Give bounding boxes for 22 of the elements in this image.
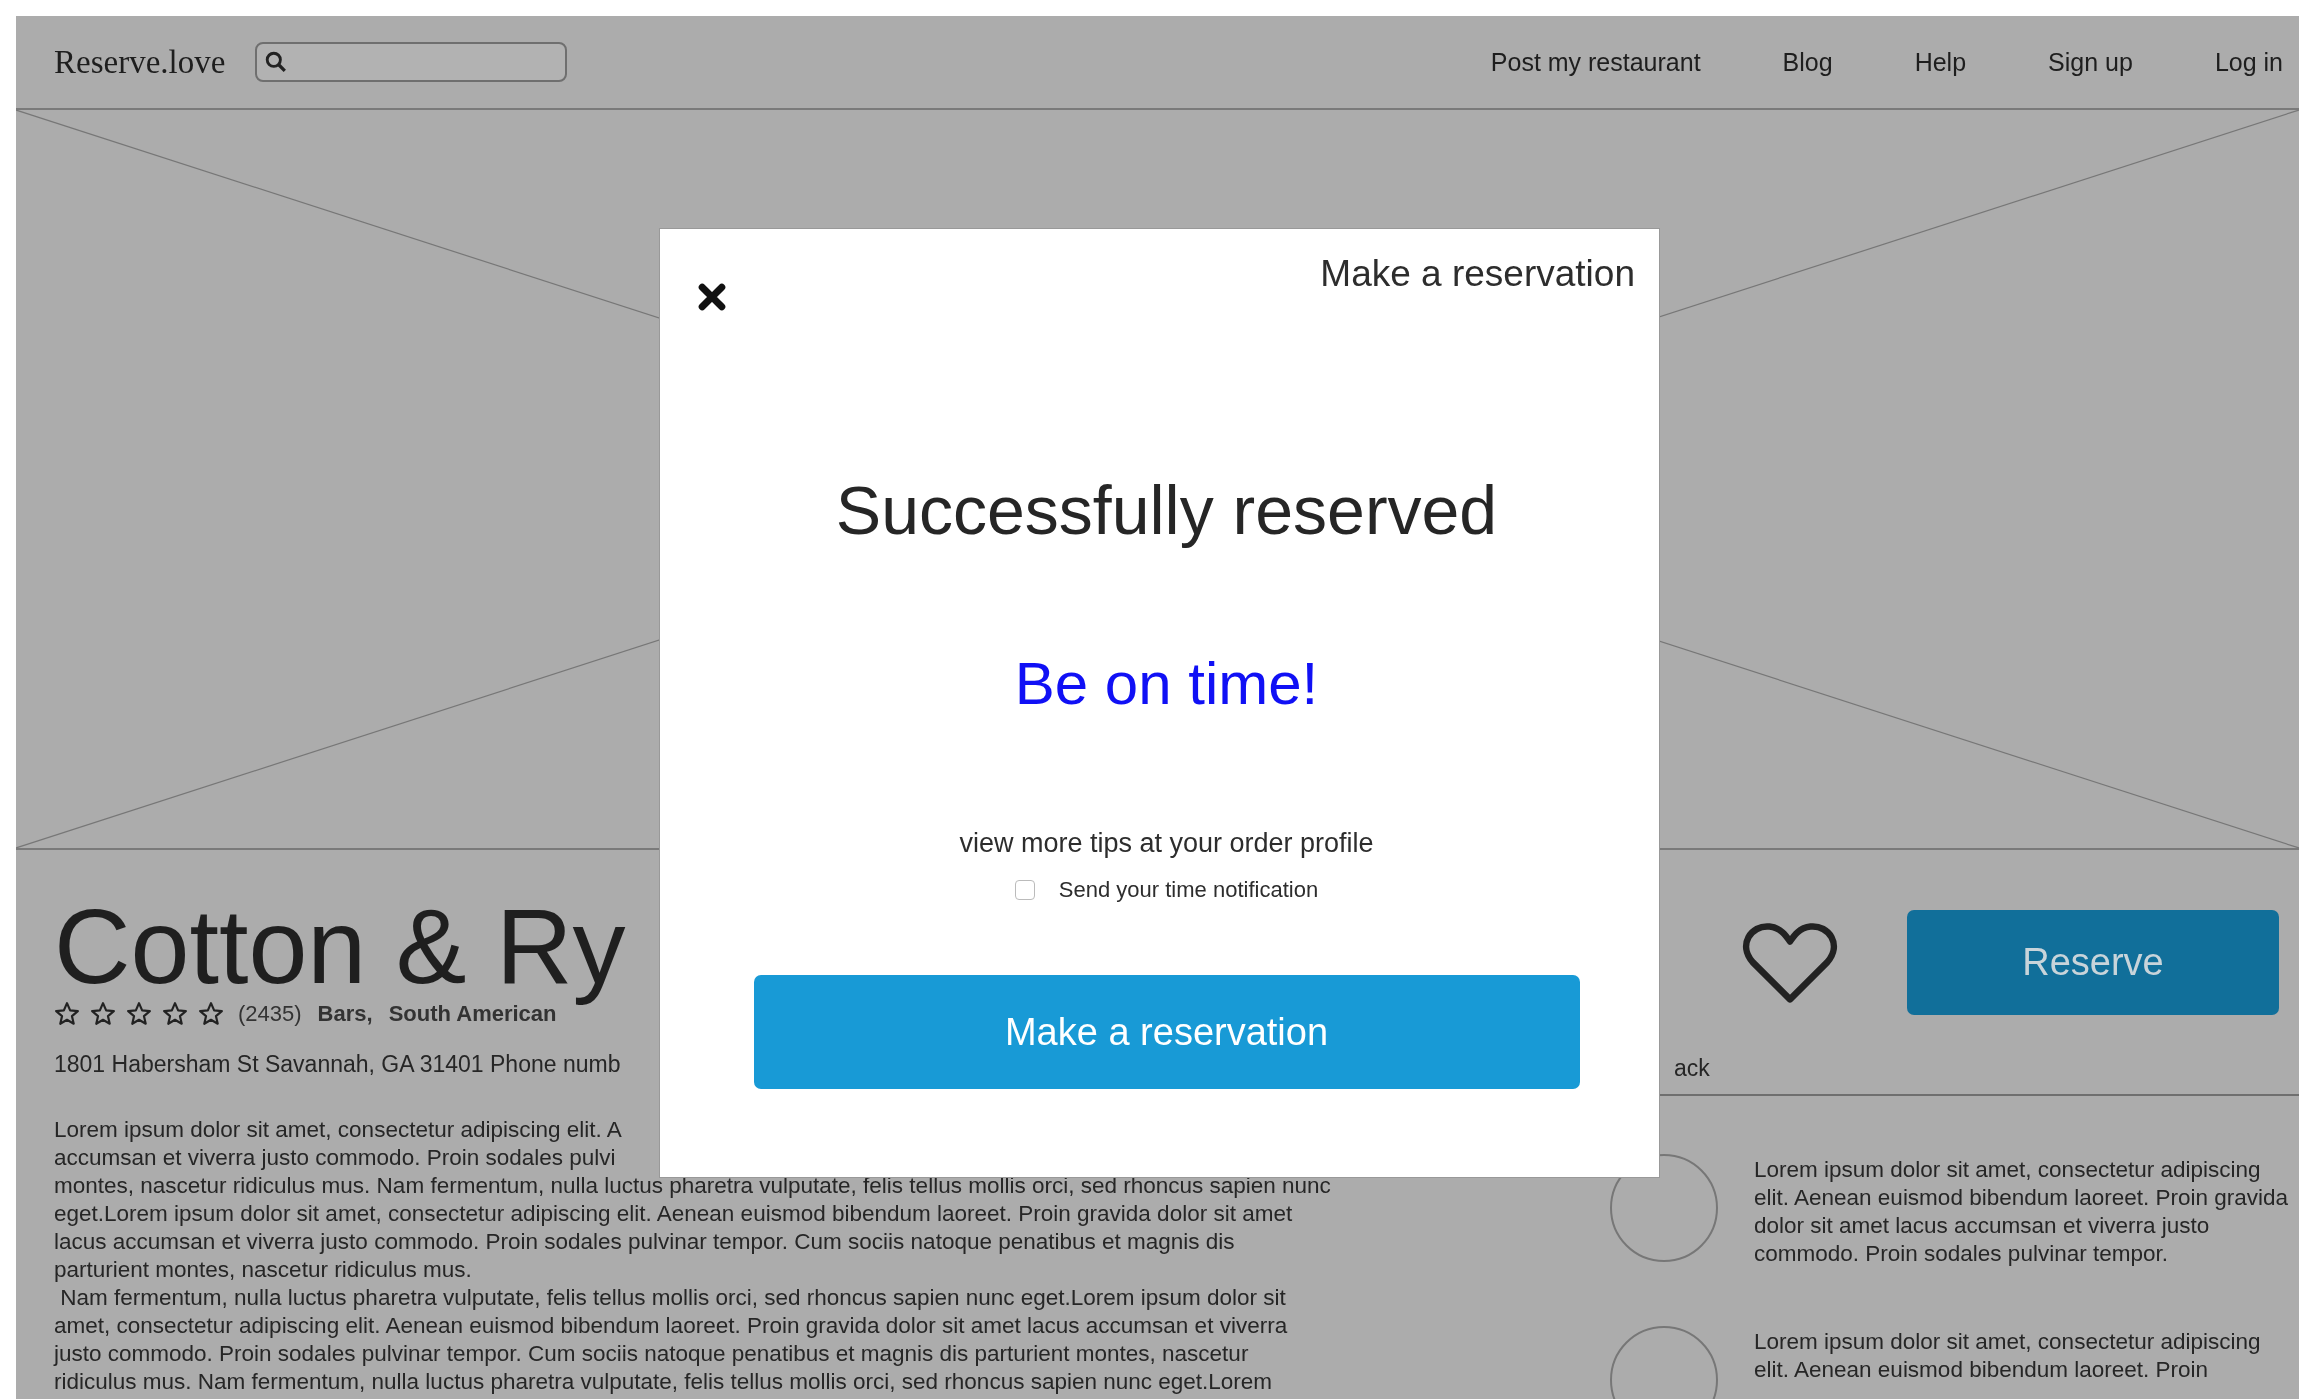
heart-icon[interactable]	[1741, 920, 1839, 1005]
search-field[interactable]	[255, 42, 568, 82]
review-text: Lorem ipsum dolor sit amet, consectetur adipiscing elit. Aenean euismod bibendum laoreet. Proin	[1754, 1328, 2262, 1384]
site-logo[interactable]: Reserve.love	[54, 43, 226, 81]
nav-link[interactable]: Sign up	[2048, 47, 2133, 77]
description-paragraph: Lorem ipsum dolor sit amet, consectetur adipiscing elit. A accumsan et viverra justo commodo. Proin sodales pulvi montes, nascetur ridiculus mus. Nam fermentum, nulla luctus pharetra vulputate, felis tellus mollis orci, sed rhoncus sapien nunc eget.Lorem ipsum dolor sit amet, consectetur adipiscing elit. Aenean euismod bibendum laoreet. Proin gravida dolor sit amet lacus accumsan et viverra justo commodo. Proin sodales pulvinar tempor. Cum sociis natoque penatibus et magnis dis parturient montes, nascetur ridiculus mus. Nam fermentum, nulla luctus pharetra vulputate, felis tellus mollis orci, sed rhoncus sapien nunc eget.Lorem ipsum dolor sit amet, consectetur adipiscing elit. Aenean euismod bibendum laoreet. Proin gravida dolor sit amet lacus accumsan et viverra justo commodo. Proin sodales pulvinar tempor. Cum sociis natoque penatibus et magnis dis parturient montes, nascetur ridiculus mus. Nam fermentum, nulla luctus pharetra vulputate, felis tellus mollis orci, sed rhoncus sapien nunc eget.Lorem	[54, 1116, 1332, 1397]
review-text: Lorem ipsum dolor sit amet, consectetur adipiscing elit. Aenean euismod bibendum laoreet. Proin gravida dolor sit amet lacus accumsan et viverra justo commodo. Proin sodales pulvinar tempor.	[1754, 1156, 2290, 1268]
search-icon	[265, 51, 288, 73]
close-icon[interactable]	[698, 283, 726, 311]
tip-text: view more tips at your order profile	[959, 828, 1374, 859]
nav-link[interactable]: Blog	[1782, 47, 1833, 77]
success-heading: Successfully reserved	[835, 471, 1498, 549]
reserve-button[interactable]: Reserve	[1907, 910, 2279, 1015]
reminder-message: Be on time!	[1014, 649, 1319, 718]
dialog-title: Make a reservation	[1320, 253, 1635, 295]
nav-link[interactable]: Post my restaurant	[1490, 47, 1701, 77]
tab-label[interactable]: ack	[1674, 1055, 1710, 1081]
nav-link[interactable]: Help	[1914, 47, 1967, 77]
address-text: 1801 Habersham St Savannah, GA 31401 Phone numb	[54, 1051, 622, 1079]
nav-link[interactable]: Log in	[2214, 47, 2283, 77]
notification-checkbox[interactable]	[1014, 880, 1035, 900]
checkbox-label: Send your time notification	[1058, 877, 1319, 903]
